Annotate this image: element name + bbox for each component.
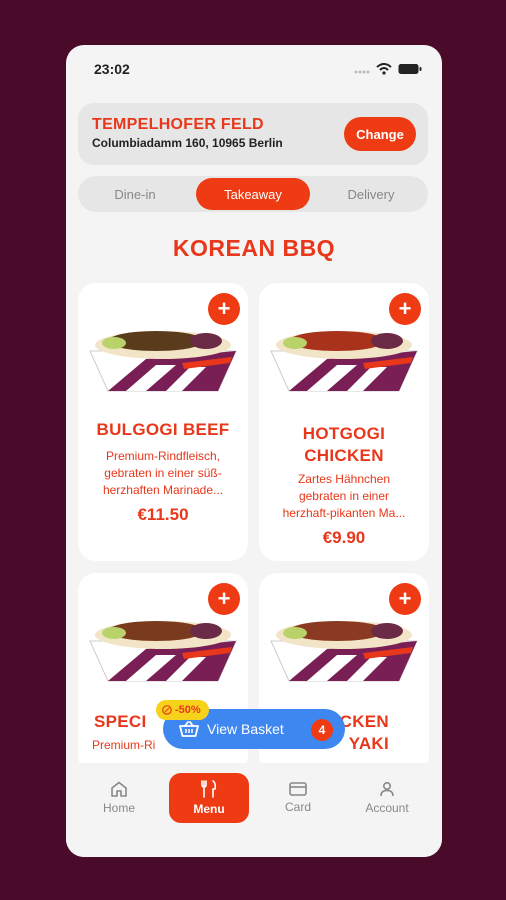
food-bowl-image [270,621,418,682]
tab-card-label: Card [284,800,311,814]
product-card-hotgogi-chicken[interactable]: + HOTGOGI CHICKEN Zartes Hähnchen gebrat… [259,283,429,561]
percent-icon [162,705,172,715]
product-description-line: Premium-Rindfleisch, [105,449,221,463]
home-icon [111,781,127,797]
product-description-line: gebraten in einer [298,489,390,503]
order-mode-delivery[interactable]: Delivery [314,178,428,210]
tab-home[interactable]: Home [79,773,159,823]
product-name: CHICKEN [304,446,384,465]
product-card-bulgogi-beef[interactable]: + BULGOGI BEEF Premium-Rindfleisch, gebr… [78,283,248,561]
restaurant-location-card: TEMPELHOFER FELD Columbiadamm 160, 10965… [78,103,428,165]
change-location-button[interactable]: Change [344,117,416,151]
plus-icon: + [398,586,412,611]
discount-label: -50% [175,704,201,716]
order-mode-selector: Dine-in Takeaway Delivery [78,176,428,212]
status-icons [354,63,422,75]
battery-icon [398,64,422,74]
account-icon [380,781,394,797]
tab-menu-label: Menu [193,802,225,816]
restaurant-name: TEMPELHOFER FELD [92,116,264,133]
product-name: YAKI [348,734,389,753]
product-description-line: herzhaften Marinade... [102,483,224,497]
cutlery-icon [201,780,217,798]
product-description-line: gebraten in einer süß- [104,466,222,480]
tab-card[interactable]: Card [258,773,338,823]
order-mode-dine-in[interactable]: Dine-in [78,178,192,210]
product-grid: + BULGOGI BEEF Premium-Rindfleisch, gebr… [78,283,430,765]
plus-icon: + [398,296,412,321]
product-description-line: herzhaft-pikanten Ma... [282,506,406,520]
wifi-icon [376,63,392,75]
product-name: BULGOGI BEEF [96,420,230,439]
signal-icon [354,70,370,74]
food-bowl-image [89,331,237,392]
restaurant-address: Columbiadamm 160, 10965 Berlin [92,136,283,150]
order-mode-takeaway[interactable]: Takeaway [196,178,310,210]
product-price: €9.90 [322,528,366,547]
plus-icon: + [217,586,231,611]
status-bar: 23:02 [66,45,442,95]
card-icon [289,782,307,796]
tab-home-label: Home [102,801,135,815]
basket-icon [179,721,199,737]
status-time: 23:02 [94,61,130,77]
category-title: KOREAN BBQ [172,235,336,261]
tab-menu[interactable]: Menu [169,773,249,823]
view-basket-label: View Basket [207,721,284,737]
product-price: €11.50 [137,505,189,524]
food-bowl-image [270,331,418,392]
product-name: CKEN [339,712,389,731]
tab-account-label: Account [365,801,409,815]
product-name: HOTGOGI [302,424,386,443]
plus-icon: + [217,296,231,321]
tab-account[interactable]: Account [347,773,427,823]
discount-badge: -50% [156,700,209,720]
basket-count-badge: 4 [311,719,333,741]
product-description-line: Zartes Hähnchen [297,472,391,486]
phone-screen: 23:02 TEMPELHOFER FELD Columbiadamm 160,… [66,45,442,857]
bottom-tab-bar: Home Menu Card Account [66,763,442,857]
food-bowl-image [89,621,237,682]
